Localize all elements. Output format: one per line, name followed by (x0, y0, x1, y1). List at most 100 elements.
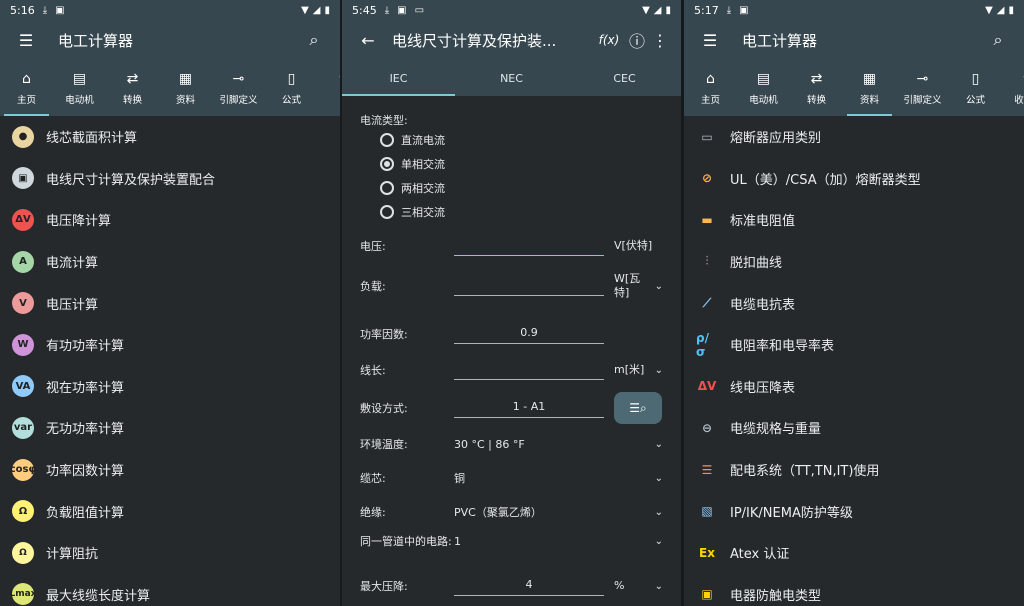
item-label: 标准电阻值 (730, 214, 796, 230)
chevron-down-icon[interactable]: ⌄ (655, 581, 663, 592)
list-item[interactable]: cosφ 功率因数计算 (0, 449, 340, 491)
tab-home[interactable]: ⌂ 主页 (684, 60, 737, 116)
item-icon: var (12, 416, 34, 439)
insulation-value: PVC（聚氯乙烯） (454, 506, 542, 519)
search-install-button[interactable]: ☰⌕ (614, 392, 662, 424)
search-icon[interactable]: ⌕ (300, 30, 328, 50)
tab-convert[interactable]: ⇄ 转换 (790, 60, 843, 116)
tab-formula[interactable]: ▯ 公式 (265, 60, 318, 116)
list-item[interactable]: ⟋ 电缆电抗表 (684, 282, 1024, 324)
back-arrow-icon[interactable]: ← (354, 31, 382, 50)
item-icon: cosφ (10, 458, 36, 481)
menu-icon[interactable]: ☰ (12, 31, 40, 50)
list-item[interactable]: ● 线芯截面积计算 (0, 116, 340, 158)
item-label: 有功功率计算 (46, 339, 125, 355)
install-label: 敷设方式: (360, 402, 408, 415)
list-item[interactable]: VA 视在功率计算 (0, 366, 340, 408)
radio-option[interactable]: 三相交流 (380, 200, 445, 224)
radio-icon (380, 181, 394, 195)
app-bar: ← 电线尺寸计算及保护装... f(x) ⓘ ⋮ (342, 20, 681, 60)
radio-option[interactable]: 两相交流 (380, 176, 445, 200)
signal-icon: ◢ (653, 4, 662, 16)
item-label: IP/IK/NEMA防护等级 (730, 505, 853, 521)
search-icon[interactable]: ⌕ (984, 30, 1012, 50)
length-unit-select[interactable]: m[米] (614, 363, 654, 377)
chevron-down-icon[interactable]: ⌄ (655, 365, 663, 376)
voltage-input[interactable] (454, 236, 604, 256)
load-input[interactable] (454, 276, 604, 296)
list-item[interactable]: ▣ 电线尺寸计算及保护装置配合 (0, 158, 340, 200)
status-bar: 5:45 ⤓ ▣ ▭ ▼ ◢ ▮ (342, 0, 681, 20)
list-item[interactable]: ☰ 配电系统（TT,TN,IT)使用 (684, 449, 1024, 491)
radio-option[interactable]: 直流电流 (380, 128, 445, 152)
list-item[interactable]: Ω 计算阻抗 (0, 532, 340, 574)
list-item[interactable]: ▣ 电器防触电类型 (684, 574, 1024, 606)
circuits-select[interactable]: 1 ⌄ (454, 535, 663, 548)
list-item[interactable]: ρ/σ 电阻率和电导率表 (684, 324, 1024, 366)
list-item[interactable]: A 电流计算 (0, 241, 340, 283)
list-item[interactable]: Lmax 最大线缆长度计算 (0, 574, 340, 606)
chevron-down-icon[interactable]: ⌄ (655, 281, 663, 292)
maxdrop-input[interactable]: 4 (454, 576, 604, 596)
list-item[interactable]: ΔV 电压降计算 (0, 199, 340, 241)
tab-cec[interactable]: CEC (568, 60, 681, 96)
insulation-label: 绝缘: (360, 506, 386, 519)
pf-input[interactable]: 0.9 (454, 324, 604, 344)
tab-favorites[interactable]: ☆收 (318, 60, 340, 116)
notification-icon: ▣ (739, 4, 749, 16)
tab-pinout[interactable]: ⊸ 引脚定义 (212, 60, 265, 116)
length-label: 线长: (360, 364, 386, 377)
tab-resources[interactable]: ▦ 资料 (843, 60, 896, 116)
item-icon: ▧ (701, 504, 713, 519)
tab-formula[interactable]: ▯ 公式 (949, 60, 1002, 116)
calc-form: 电流类型: 直流电流 单相交流 两相交流 三相交流 电压: V[伏特] 负载: W[瓦… (342, 96, 681, 606)
tab-motor[interactable]: ▤ 电动机 (53, 60, 106, 116)
item-label: 功率因数计算 (46, 464, 125, 480)
list-item[interactable]: ⊘ UL（美）/CSA（加）熔断器类型 (684, 158, 1024, 200)
list-item[interactable]: ▧ IP/IK/NEMA防护等级 (684, 490, 1024, 532)
length-input[interactable] (454, 360, 604, 380)
item-label: 线电压降表 (730, 380, 796, 396)
tab-iec[interactable]: IEC (342, 60, 455, 96)
list-item[interactable]: ⊖ 电缆规格与重量 (684, 407, 1024, 449)
formula-icon[interactable]: f(x) (595, 33, 623, 47)
motor-icon: ▤ (72, 70, 87, 87)
tab-motor[interactable]: ▤ 电动机 (737, 60, 790, 116)
radio-option[interactable]: 单相交流 (380, 152, 445, 176)
load-unit-select[interactable]: W[瓦特] (614, 272, 642, 300)
tab-convert[interactable]: ⇄ 转换 (106, 60, 159, 116)
list-item[interactable]: var 无功功率计算 (0, 407, 340, 449)
menu-icon[interactable]: ☰ (696, 31, 724, 50)
list-item[interactable]: Ex Atex 认证 (684, 532, 1024, 574)
tab-label: 资料 (859, 94, 879, 106)
favorites-icon: ☆ (338, 71, 340, 87)
tab-home[interactable]: ⌂ 主页 (0, 60, 53, 116)
tab-pinout[interactable]: ⊸ 引脚定义 (896, 60, 949, 116)
tab-label: 主页 (700, 94, 720, 106)
radio-label: 直流电流 (401, 134, 445, 147)
list-item[interactable]: W 有功功率计算 (0, 324, 340, 366)
tab-favorites[interactable]: ☆收藏夹 (1002, 60, 1024, 116)
list-item[interactable]: ⫶ 脱扣曲线 (684, 241, 1024, 283)
tab-resources[interactable]: ▦ 资料 (159, 60, 212, 116)
maxdrop-unit: % (614, 579, 625, 592)
temp-select[interactable]: 30 °C | 86 °F ⌄ (454, 438, 663, 451)
list-item[interactable]: Ω 负载阻值计算 (0, 490, 340, 532)
list-item[interactable]: ▬ 标准电阻值 (684, 199, 1024, 241)
list-item[interactable]: V 电压计算 (0, 282, 340, 324)
tab-nec[interactable]: NEC (455, 60, 568, 96)
list-item[interactable]: ΔV 线电压降表 (684, 366, 1024, 408)
insulation-select[interactable]: PVC（聚氯乙烯） ⌄ (454, 504, 663, 520)
list-item[interactable]: ▭ 熔断器应用类别 (684, 116, 1024, 158)
chevron-down-icon: ⌄ (654, 536, 663, 547)
install-input[interactable]: 1 - A1 (454, 398, 604, 418)
info-icon[interactable]: ⓘ (623, 28, 651, 52)
item-label: 电压降计算 (46, 214, 112, 230)
core-select[interactable]: 铜 ⌄ (454, 470, 663, 486)
item-icon: ⟋ (702, 295, 712, 310)
item-label: 电压计算 (46, 297, 99, 313)
overflow-menu-icon[interactable]: ⋮ (651, 31, 669, 50)
battery-icon: ▮ (665, 4, 671, 16)
item-icon: ΔV (697, 379, 717, 394)
voltage-unit: V[伏特] (614, 239, 653, 252)
